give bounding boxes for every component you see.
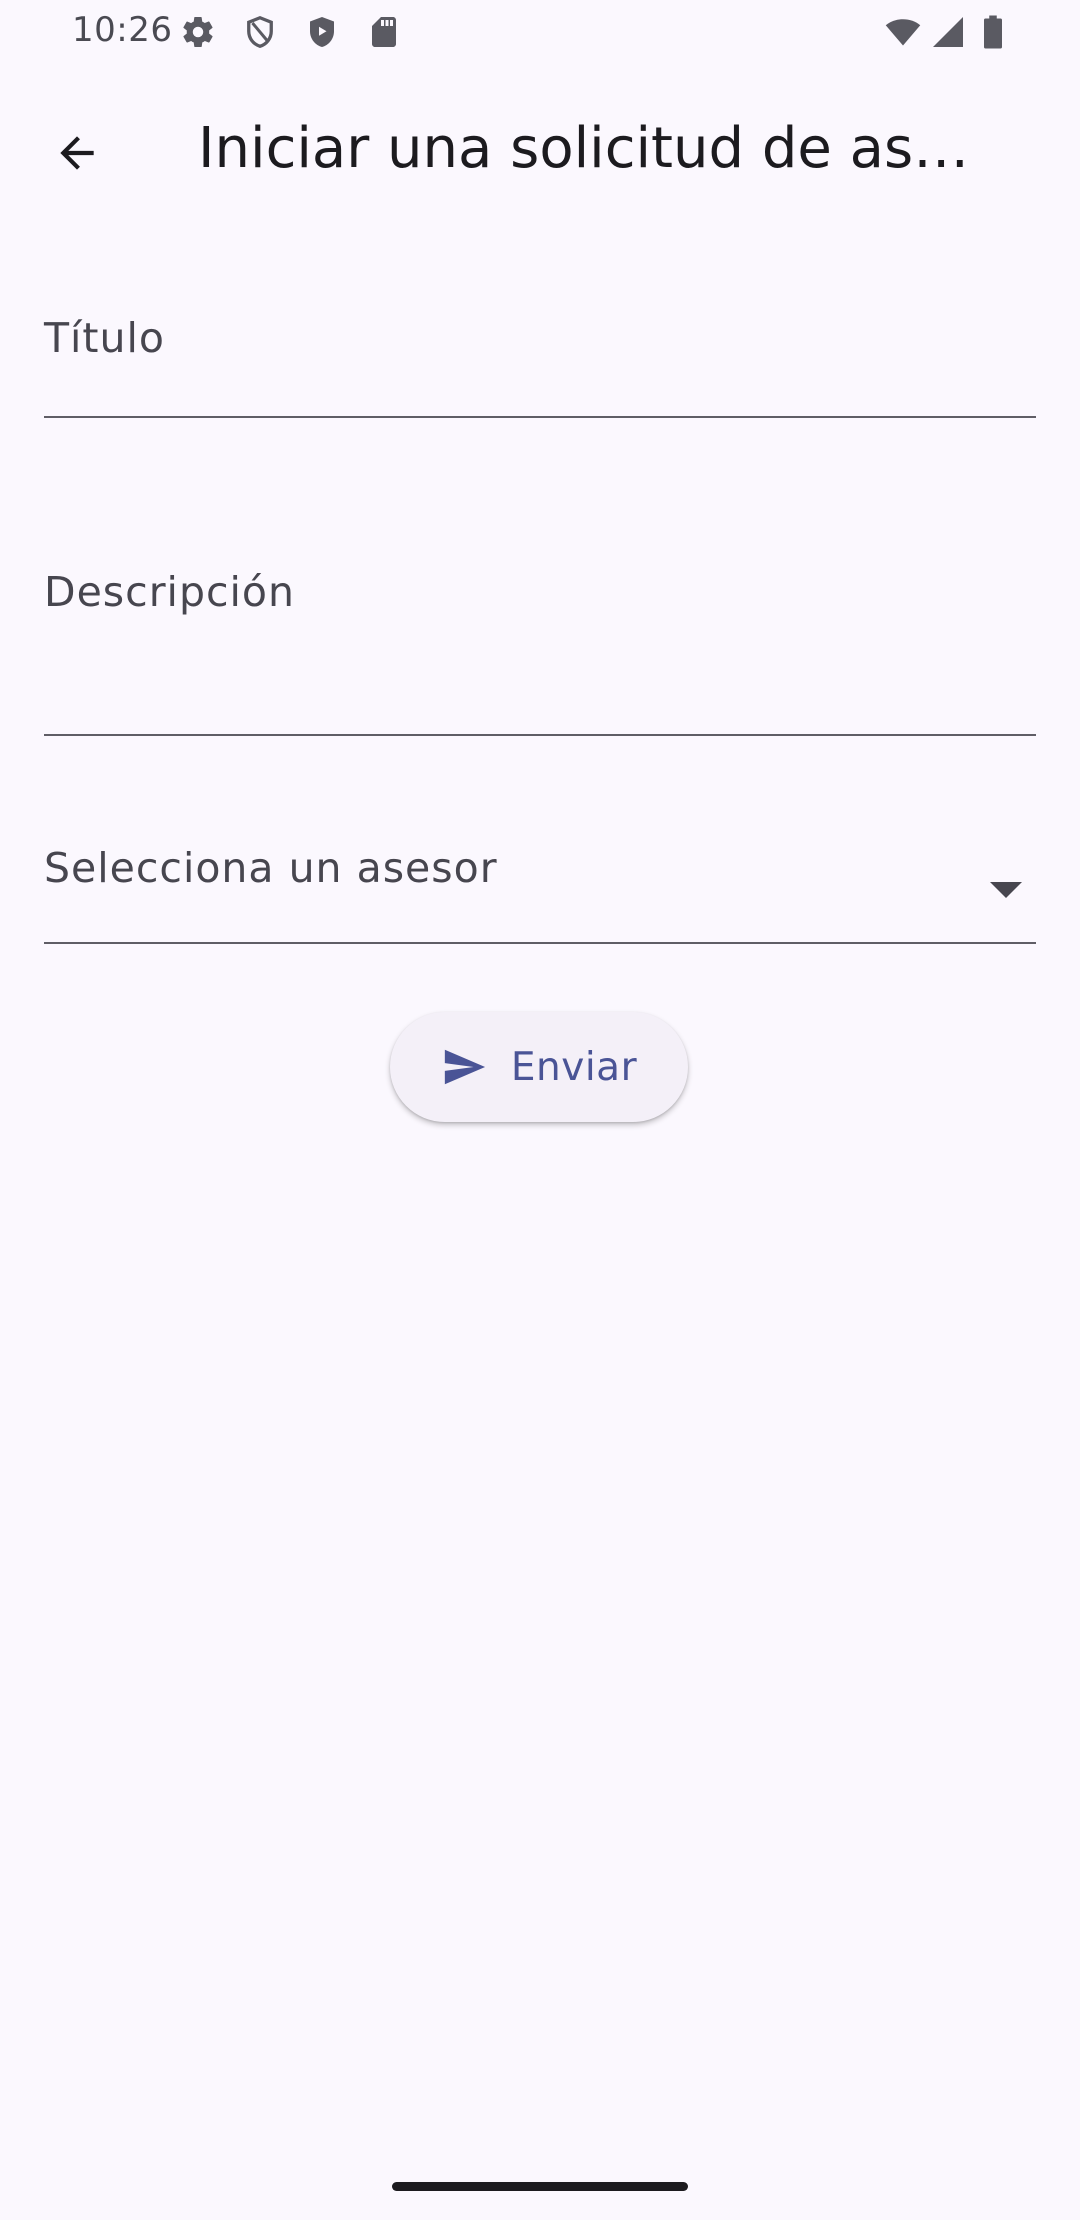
status-bar: 10:26 <box>0 0 1080 66</box>
title-field[interactable]: Título <box>44 290 1036 418</box>
dropdown-arrow-icon[interactable] <box>990 882 1022 898</box>
play-shield-icon <box>304 14 340 50</box>
description-field-label: Descripción <box>44 568 295 616</box>
app-bar: Iniciar una solicitud de as… <box>0 66 1080 226</box>
title-input[interactable] <box>44 350 1036 410</box>
settings-gear-icon <box>180 14 216 50</box>
send-button-label: Enviar <box>510 1044 638 1090</box>
send-button[interactable]: Enviar <box>390 1012 688 1122</box>
status-time: 10:26 <box>72 10 173 50</box>
advisor-select[interactable]: Selecciona un asesor <box>44 820 1036 944</box>
battery-icon <box>978 14 1008 50</box>
cell-signal-icon <box>930 14 966 50</box>
page-title: Iniciar una solicitud de as… <box>198 116 970 181</box>
description-input[interactable] <box>44 668 1036 728</box>
send-icon <box>441 1044 487 1090</box>
advisor-select-label: Selecciona un asesor <box>44 844 498 892</box>
back-button[interactable] <box>30 106 124 200</box>
wifi-icon <box>882 14 924 50</box>
description-field[interactable]: Descripción <box>44 540 1036 736</box>
home-indicator[interactable] <box>392 2182 688 2191</box>
arrow-back-icon <box>52 128 102 178</box>
shield-icon <box>242 14 278 50</box>
sd-card-icon <box>366 14 402 50</box>
